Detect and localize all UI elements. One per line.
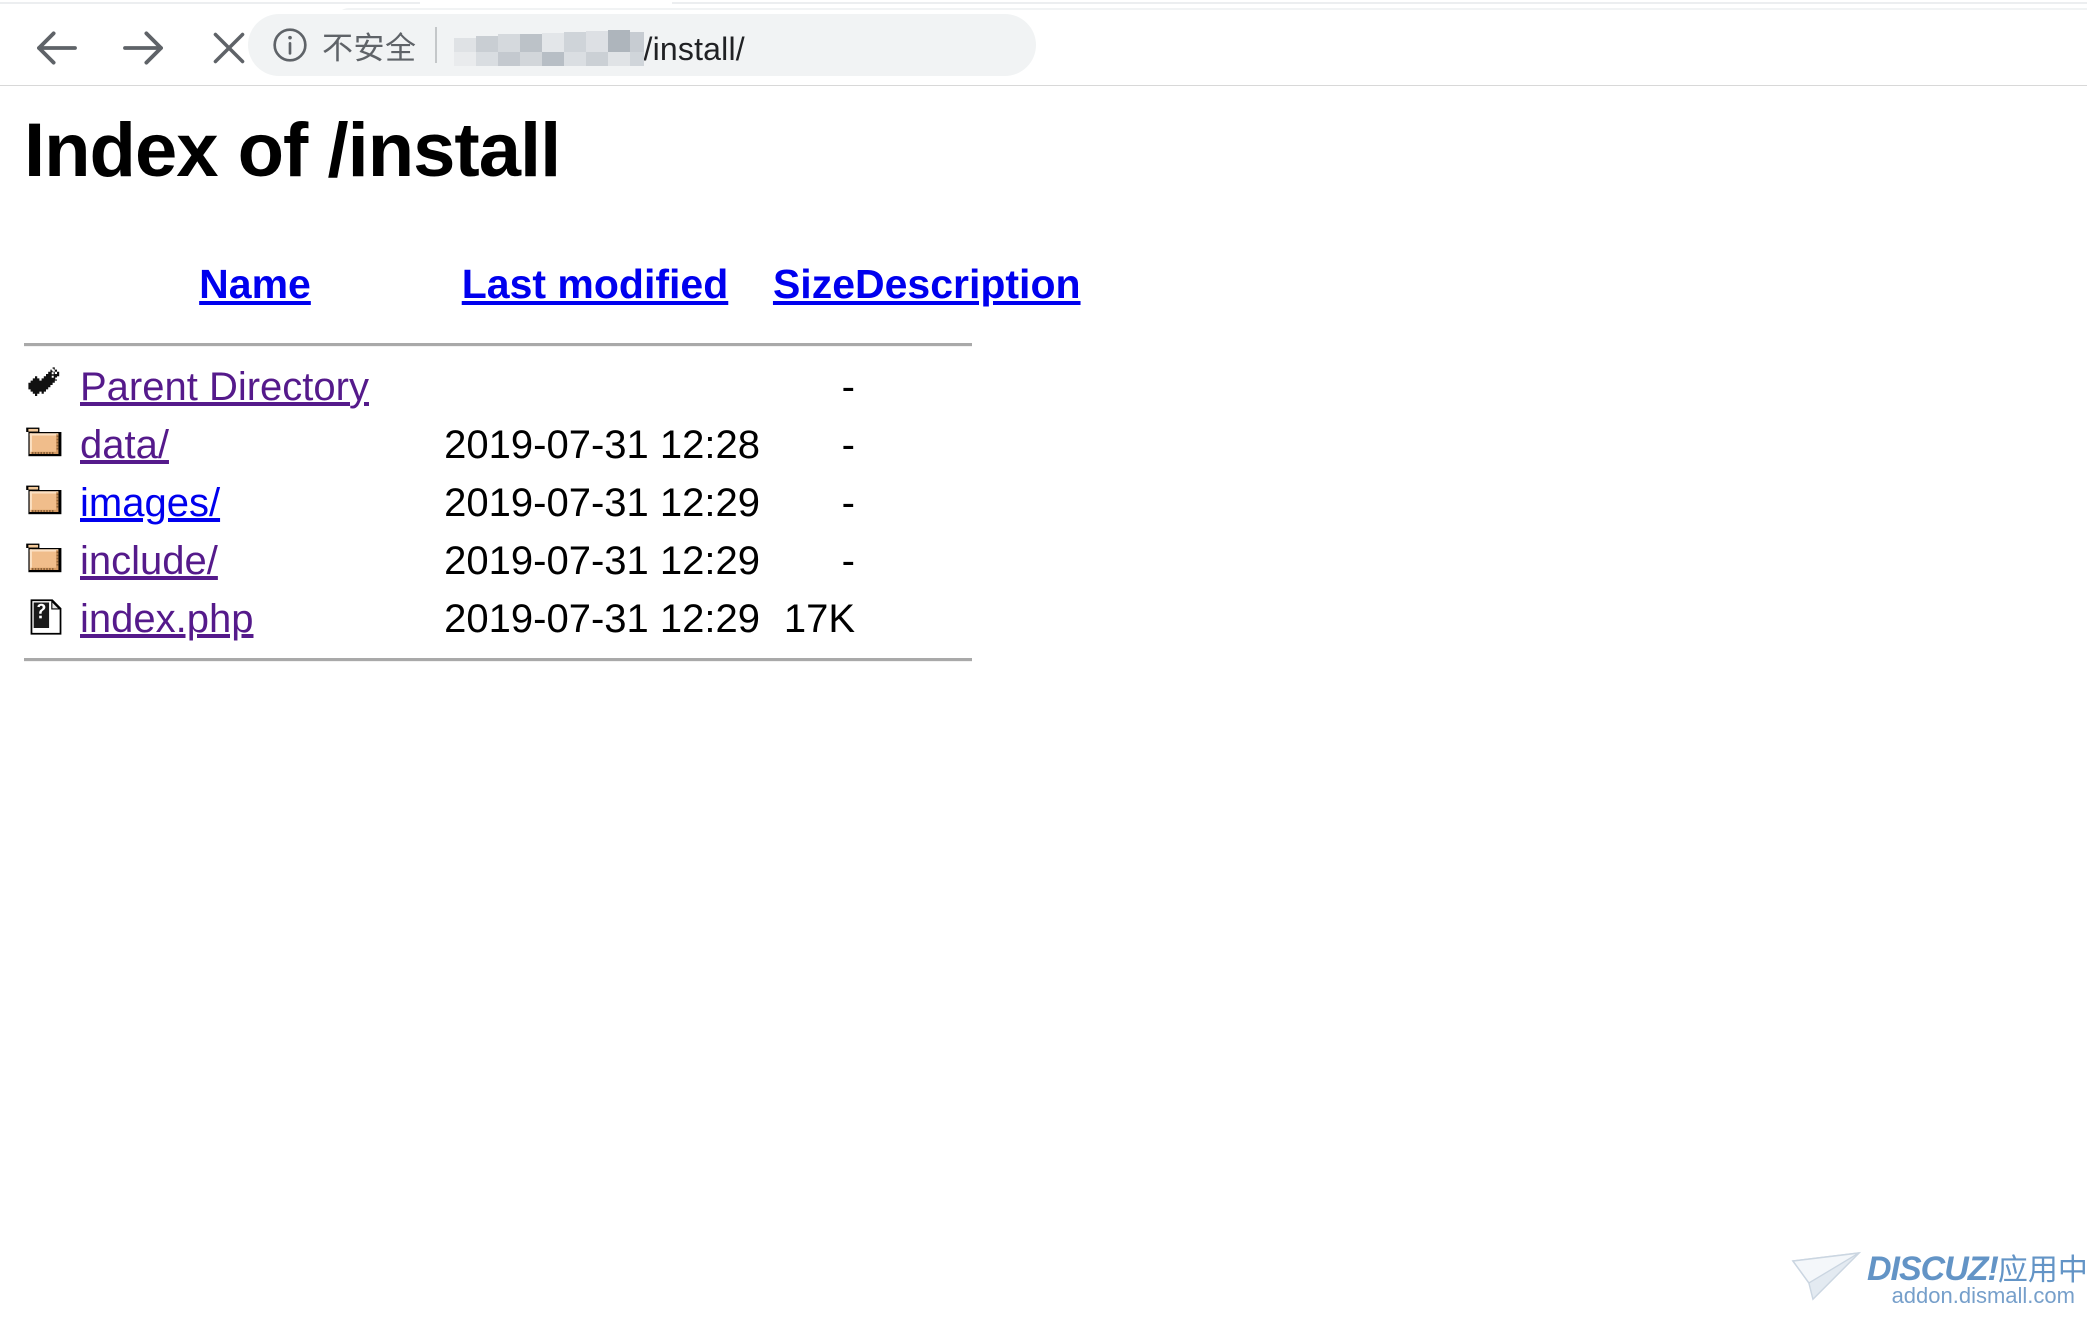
- table-row[interactable]: index.php 2019-07-31 12:29 17K: [24, 590, 1115, 648]
- row-size-cell: 17K: [783, 596, 855, 641]
- unknown-file-icon: [24, 595, 72, 643]
- table-row[interactable]: images/ 2019-07-31 12:29 -: [24, 474, 1115, 532]
- footer-separator-row: [24, 648, 1115, 672]
- entry-link[interactable]: data/: [80, 423, 169, 467]
- table-row[interactable]: include/ 2019-07-31 12:29 -: [24, 532, 1115, 590]
- row-icon-cell: [24, 358, 80, 416]
- directory-index: Name Last modified Size Description Pare…: [24, 236, 1324, 672]
- row-last-modified-cell: 2019-07-31 12:29: [444, 538, 760, 583]
- row-size-cell: -: [841, 422, 855, 467]
- entry-link[interactable]: include/: [80, 539, 218, 583]
- redacted-host-blur: [453, 28, 644, 66]
- entry-link[interactable]: index.php: [80, 597, 253, 641]
- info-circle-icon[interactable]: [270, 25, 310, 65]
- address-bar[interactable]: 不安全 /install/: [248, 14, 1036, 76]
- tab-strip-seam-right: [672, 2, 2087, 4]
- table-row[interactable]: data/ 2019-07-31 12:28 -: [24, 416, 1115, 474]
- header-separator-row: [24, 332, 1115, 358]
- horizontal-rule-top: [24, 343, 972, 347]
- sort-by-description-link[interactable]: Description: [855, 261, 1081, 307]
- folder-icon: [24, 537, 72, 585]
- forward-button[interactable]: [112, 17, 174, 79]
- index-table: Name Last modified Size Description Pare…: [24, 236, 1115, 672]
- watermark-url: addon.dismall.com: [1891, 1283, 2075, 1308]
- row-description-cell: [855, 474, 1115, 532]
- row-name-cell[interactable]: images/: [80, 474, 430, 532]
- footer-separator-cell: [24, 648, 1115, 672]
- row-last-modified-cell: 2019-07-31 12:29: [444, 480, 760, 525]
- row-icon-cell: [24, 474, 80, 532]
- sort-by-name-link[interactable]: Name: [199, 261, 311, 307]
- header-cell-name: Name: [80, 236, 430, 332]
- row-last-modified-cell: [430, 358, 760, 416]
- index-table-body: Parent Directory - data/ 2019-07-31 12:2…: [24, 358, 1115, 672]
- row-name-cell[interactable]: Parent Directory: [80, 358, 430, 416]
- sort-by-last-modified-link[interactable]: Last modified: [462, 261, 729, 307]
- row-name-cell[interactable]: index.php: [80, 590, 430, 648]
- row-name-cell[interactable]: data/: [80, 416, 430, 474]
- table-header-row: Name Last modified Size Description: [24, 236, 1115, 332]
- row-description-cell: [855, 416, 1115, 474]
- table-row[interactable]: Parent Directory -: [24, 358, 1115, 416]
- entry-link[interactable]: images/: [80, 481, 220, 525]
- security-status-label: 不安全: [322, 30, 417, 66]
- row-size-cell: -: [841, 364, 855, 409]
- url-text-container[interactable]: /install/: [453, 22, 745, 68]
- row-size-cell: -: [841, 480, 855, 525]
- paper-plane-icon: [1791, 1251, 1862, 1301]
- folder-icon: [24, 421, 72, 469]
- watermark: DISCUZ!应用中心 addon.dismall.com: [1789, 1233, 2087, 1317]
- arrow-right-icon: [123, 31, 163, 65]
- header-cell-last-modified: Last modified: [430, 236, 760, 332]
- row-last-modified-cell: 2019-07-31 12:28: [444, 422, 760, 467]
- row-icon-cell: [24, 416, 80, 474]
- row-description-cell: [855, 590, 1115, 648]
- back-button[interactable]: [26, 17, 88, 79]
- directory-listing-page: Index of /install Name Last modified Siz: [0, 86, 2087, 1327]
- parent-directory-link[interactable]: Parent Directory: [80, 365, 369, 409]
- row-description-cell: [855, 532, 1115, 590]
- back-arrow-icon: [24, 363, 72, 411]
- row-size-cell: -: [841, 538, 855, 583]
- browser-chrome: 不安全 /install/: [0, 0, 2087, 86]
- horizontal-rule-bottom: [24, 658, 972, 662]
- page-title: Index of /install: [24, 108, 561, 193]
- header-cell-description: Description: [855, 236, 1115, 332]
- row-icon-cell: [24, 590, 80, 648]
- folder-icon: [24, 479, 72, 527]
- close-x-icon: [213, 32, 245, 64]
- row-name-cell[interactable]: include/: [80, 532, 430, 590]
- row-last-modified-cell: 2019-07-31 12:29: [444, 596, 760, 641]
- header-cell-size: Size: [760, 236, 855, 332]
- row-icon-cell: [24, 532, 80, 590]
- url-path-text: /install/: [643, 31, 745, 67]
- sort-by-size-link[interactable]: Size: [773, 261, 855, 307]
- row-description-cell: [855, 358, 1115, 416]
- header-separator-cell: [24, 332, 1115, 358]
- tab-strip-seam-left: [0, 2, 420, 4]
- header-cell-icon: [24, 236, 80, 332]
- arrow-left-icon: [37, 31, 77, 65]
- omnibox-divider: [434, 27, 437, 63]
